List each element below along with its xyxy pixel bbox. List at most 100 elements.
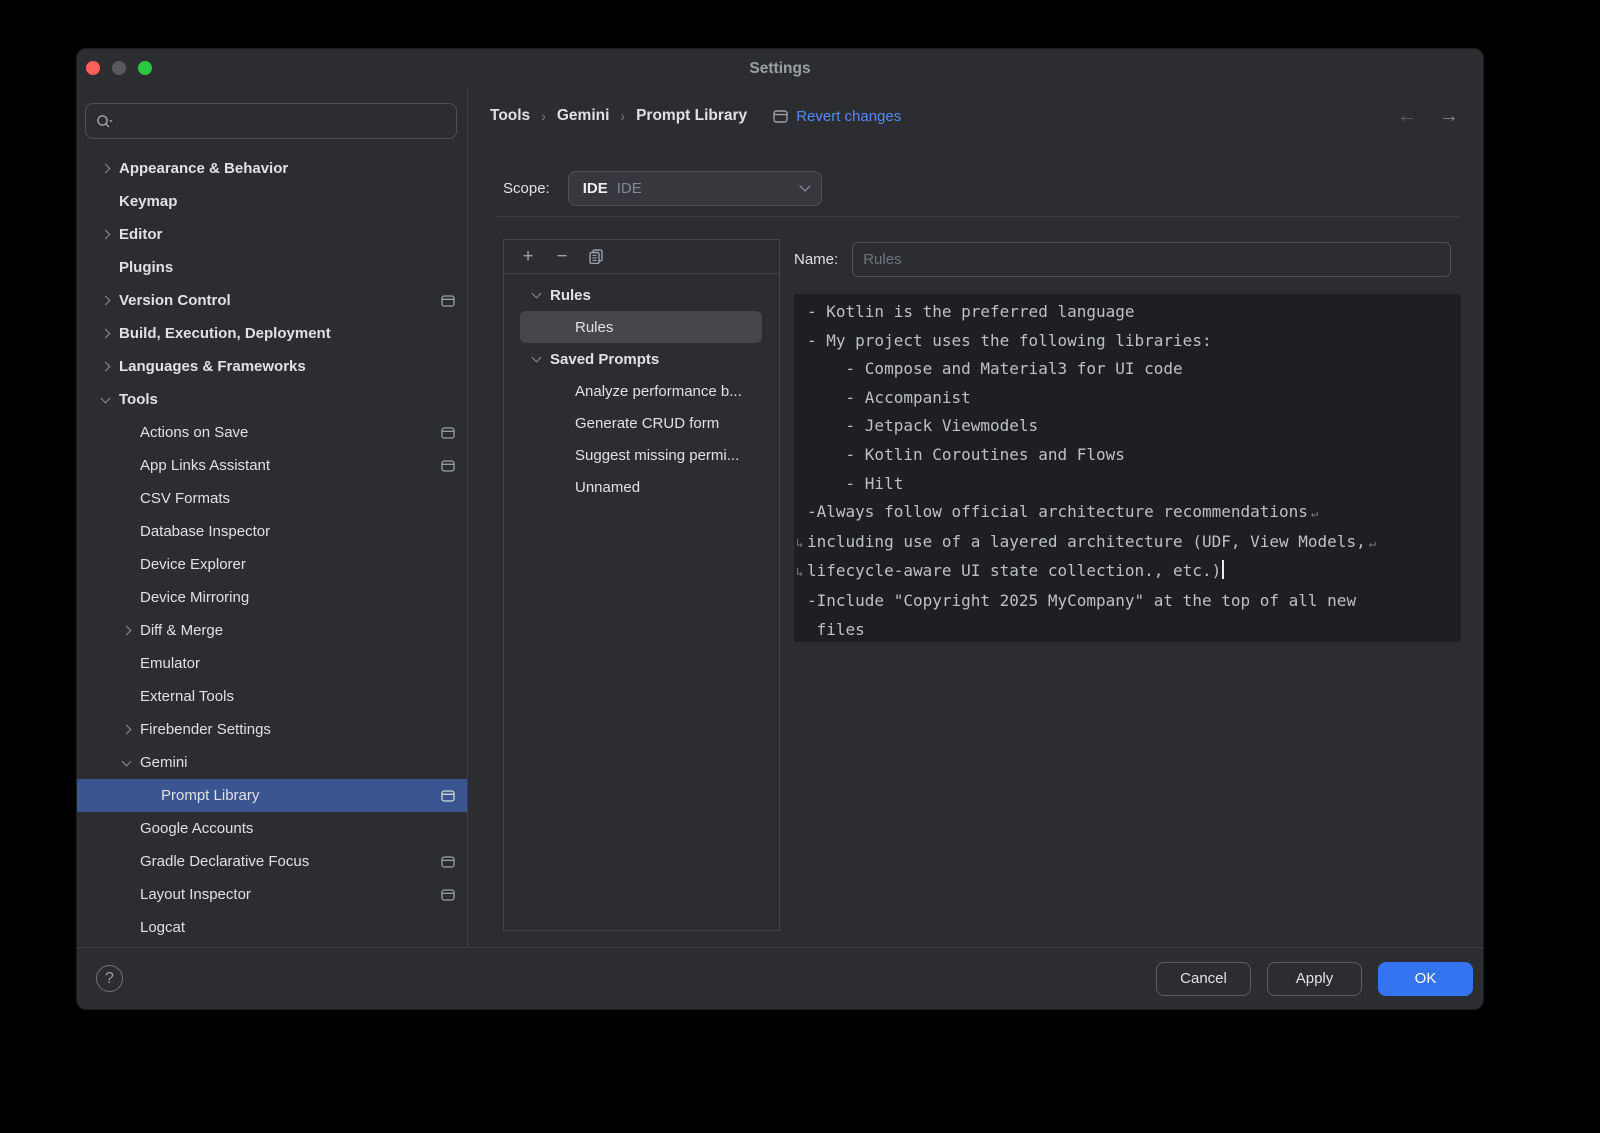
add-prompt-button[interactable]: +: [515, 244, 541, 270]
sidebar-item-device-explorer[interactable]: Device Explorer: [77, 548, 467, 581]
prompt-tree-item-unnamed[interactable]: Unnamed: [504, 471, 779, 503]
prompt-tree-item-rules[interactable]: Rules: [520, 311, 762, 343]
sidebar-item-build-execution-deployment[interactable]: Build, Execution, Deployment: [77, 317, 467, 350]
sidebar-item-prompt-library[interactable]: Prompt Library: [77, 779, 467, 812]
chevron-down-icon: [799, 180, 810, 191]
back-arrow-icon[interactable]: ←: [1397, 105, 1417, 128]
breadcrumb-item-gemini[interactable]: Gemini: [557, 107, 610, 125]
scope-value-secondary: IDE: [617, 180, 642, 197]
chevron-right-icon[interactable]: [101, 296, 111, 306]
prompt-text-editor[interactable]: - Kotlin is the preferred language- My p…: [794, 294, 1461, 642]
prompt-tree: Rules Rules Saved PromptsAnalyze performan…: [504, 274, 779, 503]
soft-wrap-lead-icon: ↳: [796, 558, 807, 587]
sidebar-item-external-tools[interactable]: External Tools: [77, 680, 467, 713]
sidebar-item-csv-formats[interactable]: CSV Formats: [77, 482, 467, 515]
settings-window: Settings Appearance & BehaviorKeymapEdit…: [76, 48, 1484, 1010]
scope-row: Scope: IDE IDE: [503, 167, 822, 209]
chevron-right-icon[interactable]: [101, 362, 111, 372]
sidebar-item-keymap[interactable]: Keymap: [77, 185, 467, 218]
breadcrumb-item-prompt-library[interactable]: Prompt Library: [636, 107, 747, 125]
breadcrumb-separator: ›: [541, 108, 546, 124]
help-button[interactable]: ?: [96, 965, 123, 992]
prompt-tree-label: Rules: [575, 319, 613, 336]
editor-line-text: including use of a layered architecture …: [807, 532, 1366, 551]
sidebar-item-label: Gemini: [140, 754, 188, 771]
editor-line: - Kotlin Coroutines and Flows: [807, 441, 1455, 470]
sidebar-item-label: Device Explorer: [140, 556, 246, 573]
chevron-down-icon[interactable]: [101, 393, 111, 403]
question-mark-icon: ?: [105, 970, 114, 988]
sidebar-item-label: Plugins: [119, 259, 173, 276]
prompt-name-input[interactable]: [852, 242, 1451, 277]
editor-line: - Accompanist: [807, 384, 1455, 413]
sidebar-item-device-mirroring[interactable]: Device Mirroring: [77, 581, 467, 614]
breadcrumb-item-tools[interactable]: Tools: [490, 107, 530, 125]
chevron-down-icon[interactable]: [122, 756, 132, 766]
settings-search-box[interactable]: [85, 103, 457, 139]
apply-button[interactable]: Apply: [1267, 962, 1362, 996]
sidebar-item-app-links-assistant[interactable]: App Links Assistant: [77, 449, 467, 482]
sidebar-item-label: Gradle Declarative Focus: [140, 853, 309, 870]
sidebar-item-firebender-settings[interactable]: Firebender Settings: [77, 713, 467, 746]
remove-prompt-button[interactable]: −: [549, 244, 575, 270]
divider: [496, 216, 1459, 217]
sidebar-item-actions-on-save[interactable]: Actions on Save: [77, 416, 467, 449]
chevron-right-icon[interactable]: [101, 329, 111, 339]
cancel-button[interactable]: Cancel: [1156, 962, 1251, 996]
chevron-right-icon[interactable]: [122, 725, 132, 735]
prompt-tree-item-generate-crud-form[interactable]: Generate CRUD form: [504, 407, 779, 439]
editor-line: ↳including use of a layered architecture…: [807, 528, 1455, 558]
settings-sidebar: Appearance & Behavior Keymap Editor Plugins…: [77, 89, 468, 947]
editor-line: files: [807, 616, 1455, 642]
prompt-tree-group-saved-prompts[interactable]: Saved Prompts: [504, 343, 779, 375]
sidebar-item-google-accounts[interactable]: Google Accounts: [77, 812, 467, 845]
sidebar-item-languages-frameworks[interactable]: Languages & Frameworks: [77, 350, 467, 383]
chevron-down-icon[interactable]: [532, 289, 542, 299]
sidebar-item-label: Device Mirroring: [140, 589, 249, 606]
chevron-right-icon[interactable]: [122, 626, 132, 636]
modified-indicator-icon: [441, 856, 455, 868]
sidebar-item-database-inspector[interactable]: Database Inspector: [77, 515, 467, 548]
sidebar-item-gradle-declarative-focus[interactable]: Gradle Declarative Focus: [77, 845, 467, 878]
chevron-right-icon[interactable]: [101, 164, 111, 174]
editor-line: ↳lifecycle-aware UI state collection., e…: [807, 557, 1455, 587]
editor-line: - Jetpack Viewmodels: [807, 412, 1455, 441]
sidebar-item-emulator[interactable]: Emulator: [77, 647, 467, 680]
sidebar-item-label: Actions on Save: [140, 424, 248, 441]
copy-prompt-button[interactable]: [583, 244, 609, 270]
revert-changes-link[interactable]: Revert changes: [773, 108, 901, 125]
sidebar-item-tools[interactable]: Tools: [77, 383, 467, 416]
breadcrumb-separator: ›: [620, 108, 625, 124]
prompt-tree-item-suggest-missing-permi[interactable]: Suggest missing permi...: [504, 439, 779, 471]
prompt-tree-item-analyze-performance-b[interactable]: Analyze performance b...: [504, 375, 779, 407]
sidebar-item-diff-merge[interactable]: Diff & Merge: [77, 614, 467, 647]
editor-line: -Include "Copyright 2025 MyCompany" at t…: [807, 587, 1455, 616]
modified-indicator-icon: [441, 790, 455, 802]
chevron-down-icon[interactable]: [532, 353, 542, 363]
soft-wrap-trail-icon: ↵: [1311, 506, 1318, 520]
sidebar-item-gemini[interactable]: Gemini: [77, 746, 467, 779]
scope-label: Scope:: [503, 180, 550, 197]
copy-icon: [589, 249, 603, 264]
sidebar-item-logcat[interactable]: Logcat: [77, 911, 467, 944]
scope-dropdown[interactable]: IDE IDE: [568, 171, 822, 206]
sidebar-item-version-control[interactable]: Version Control: [77, 284, 467, 317]
prompt-tree-group-rules[interactable]: Rules: [504, 279, 779, 311]
ok-button[interactable]: OK: [1378, 962, 1473, 996]
search-input[interactable]: [119, 112, 456, 130]
sidebar-item-label: Keymap: [119, 193, 177, 210]
prompt-tree-label: Generate CRUD form: [575, 415, 719, 432]
editor-line-text: - Kotlin is the preferred language: [807, 302, 1135, 321]
sidebar-item-label: Build, Execution, Deployment: [119, 325, 331, 342]
prompt-tree-label: Rules: [550, 287, 591, 304]
chevron-right-icon[interactable]: [101, 230, 111, 240]
sidebar-item-editor[interactable]: Editor: [77, 218, 467, 251]
prompt-list-panel: + − Rules Rules Saved PromptsAnalyze perfo…: [503, 239, 780, 931]
sidebar-item-plugins[interactable]: Plugins: [77, 251, 467, 284]
forward-arrow-icon[interactable]: →: [1439, 105, 1459, 128]
editor-line-text: lifecycle-aware UI state collection., et…: [807, 561, 1221, 580]
soft-wrap-lead-icon: ↳: [796, 529, 807, 558]
prompt-tree-label: Suggest missing permi...: [575, 447, 739, 464]
sidebar-item-appearance-behavior[interactable]: Appearance & Behavior: [77, 152, 467, 185]
sidebar-item-layout-inspector[interactable]: Layout Inspector: [77, 878, 467, 911]
